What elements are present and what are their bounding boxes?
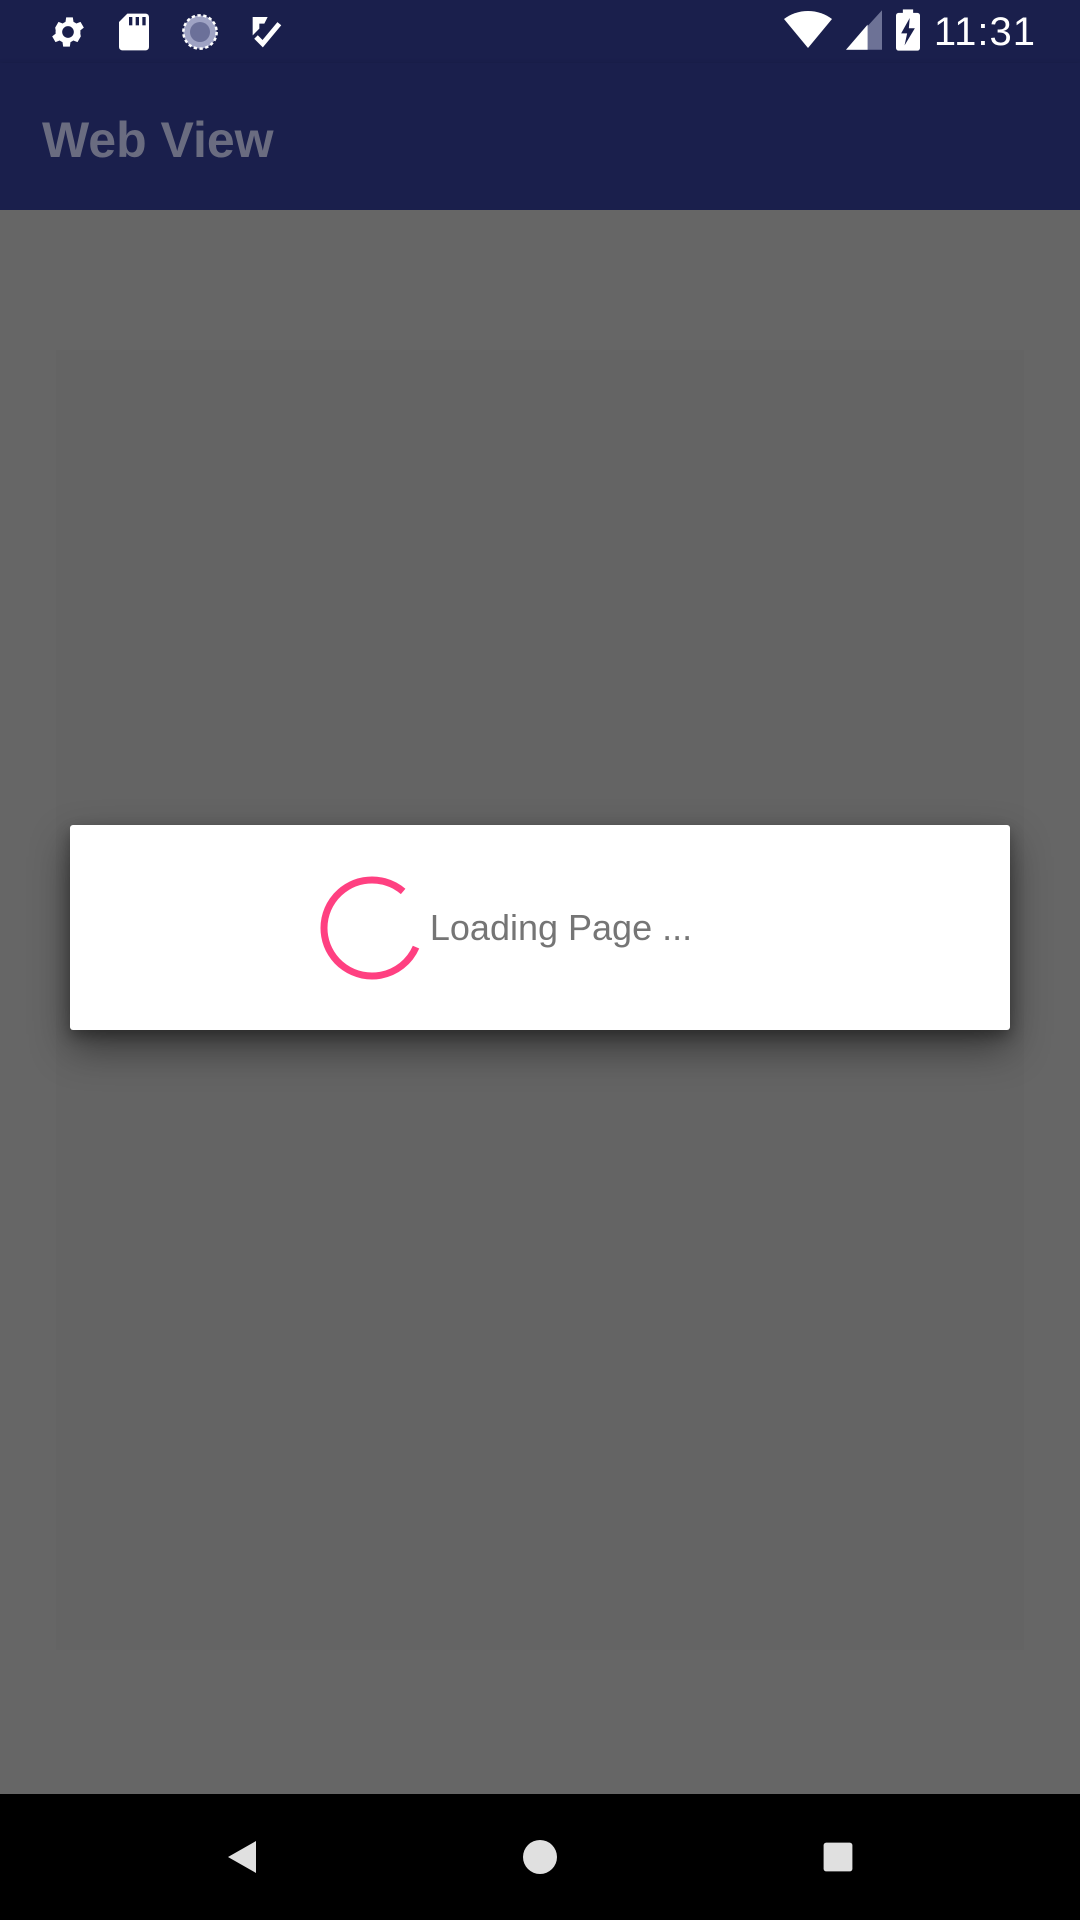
status-right-icons: 11:31 [783, 8, 1036, 56]
status-bar: 11:31 [0, 0, 1080, 63]
sd-card-icon [114, 12, 154, 52]
home-button[interactable] [505, 1822, 575, 1892]
app-bar: Web View [0, 63, 1080, 210]
back-button[interactable] [207, 1822, 277, 1892]
loading-dialog: Loading Page ... [70, 825, 1010, 1030]
recents-icon [823, 1842, 853, 1872]
recents-button[interactable] [803, 1822, 873, 1892]
cell-signal-icon [845, 9, 882, 55]
status-time: 11:31 [933, 9, 1036, 54]
battery-charging-icon [895, 8, 920, 56]
back-icon [228, 1841, 256, 1873]
progress-spinner-icon [318, 874, 426, 982]
home-icon [523, 1840, 557, 1874]
navigation-bar [0, 1794, 1080, 1920]
status-left-icons [48, 12, 286, 52]
loading-message: Loading Page ... [429, 906, 693, 948]
task-check-icon [246, 12, 286, 52]
wifi-icon [783, 10, 832, 55]
gear-icon [48, 12, 88, 52]
app-title: Web View [42, 112, 274, 168]
sync-circle-icon [180, 12, 220, 52]
